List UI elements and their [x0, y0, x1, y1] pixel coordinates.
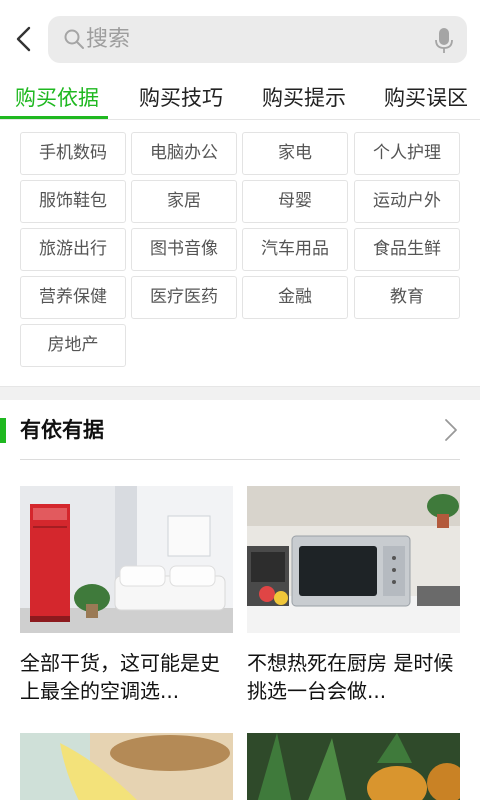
- category-item[interactable]: 家居: [131, 180, 237, 223]
- category-item[interactable]: 金融: [242, 276, 348, 319]
- search-icon: [64, 29, 84, 49]
- chevron-right-icon[interactable]: [444, 418, 458, 442]
- section-divider: [0, 386, 480, 400]
- category-item[interactable]: 营养保健: [20, 276, 126, 319]
- kitchen-image: [247, 486, 460, 633]
- category-item[interactable]: 食品生鲜: [354, 228, 460, 271]
- category-item[interactable]: 医疗医药: [131, 276, 237, 319]
- category-item[interactable]: 服饰鞋包: [20, 180, 126, 223]
- category-item[interactable]: 教育: [354, 276, 460, 319]
- category-item[interactable]: 旅游出行: [20, 228, 126, 271]
- section-header[interactable]: 有依有据: [0, 400, 480, 460]
- tab-purchase-basis[interactable]: 购买依据: [15, 84, 99, 112]
- article-thumbnail: [247, 486, 460, 633]
- category-item[interactable]: 手机数码: [20, 132, 126, 175]
- category-item[interactable]: 运动户外: [354, 180, 460, 223]
- tab-purchase-mistakes[interactable]: 购买误区: [384, 84, 468, 112]
- tab-bar: 购买依据 购买技巧 购买提示 购买误区: [0, 80, 480, 120]
- article-card[interactable]: 不想热死在厨房 是时候挑选一台会做...: [247, 486, 460, 705]
- pineapple-image: [247, 733, 460, 800]
- honey-image: [20, 733, 233, 800]
- search-placeholder: 搜索: [86, 27, 131, 52]
- tab-purchase-notices[interactable]: 购买提示: [262, 84, 346, 112]
- category-item[interactable]: 家电: [242, 132, 348, 175]
- section-underline: [20, 459, 460, 460]
- category-item[interactable]: 电脑办公: [131, 132, 237, 175]
- tab-purchase-tips[interactable]: 购买技巧: [139, 84, 223, 112]
- category-item[interactable]: 个人护理: [354, 132, 460, 175]
- category-item[interactable]: 房地产: [20, 324, 126, 367]
- section-title: 有依有据: [20, 418, 104, 442]
- article-thumbnail[interactable]: [20, 733, 233, 800]
- article-title: 不想热死在厨房 是时候挑选一台会做...: [247, 651, 454, 703]
- active-tab-indicator: [0, 116, 108, 119]
- category-item[interactable]: 图书音像: [131, 228, 237, 271]
- article-title: 全部干货，这可能是史上最全的空调选...: [20, 651, 220, 703]
- section-accent-bar: [0, 418, 6, 443]
- article-thumbnail: [20, 486, 233, 633]
- article-thumbnail[interactable]: [247, 733, 460, 800]
- article-card[interactable]: 全部干货，这可能是史上最全的空调选...: [20, 486, 233, 705]
- top-bar: 搜索: [0, 0, 480, 80]
- microphone-icon[interactable]: [435, 27, 453, 54]
- back-arrow-icon[interactable]: [10, 24, 40, 54]
- living-room-image: [20, 486, 233, 633]
- search-input[interactable]: 搜索: [48, 16, 467, 63]
- category-item[interactable]: 母婴: [242, 180, 348, 223]
- category-item[interactable]: 汽车用品: [242, 228, 348, 271]
